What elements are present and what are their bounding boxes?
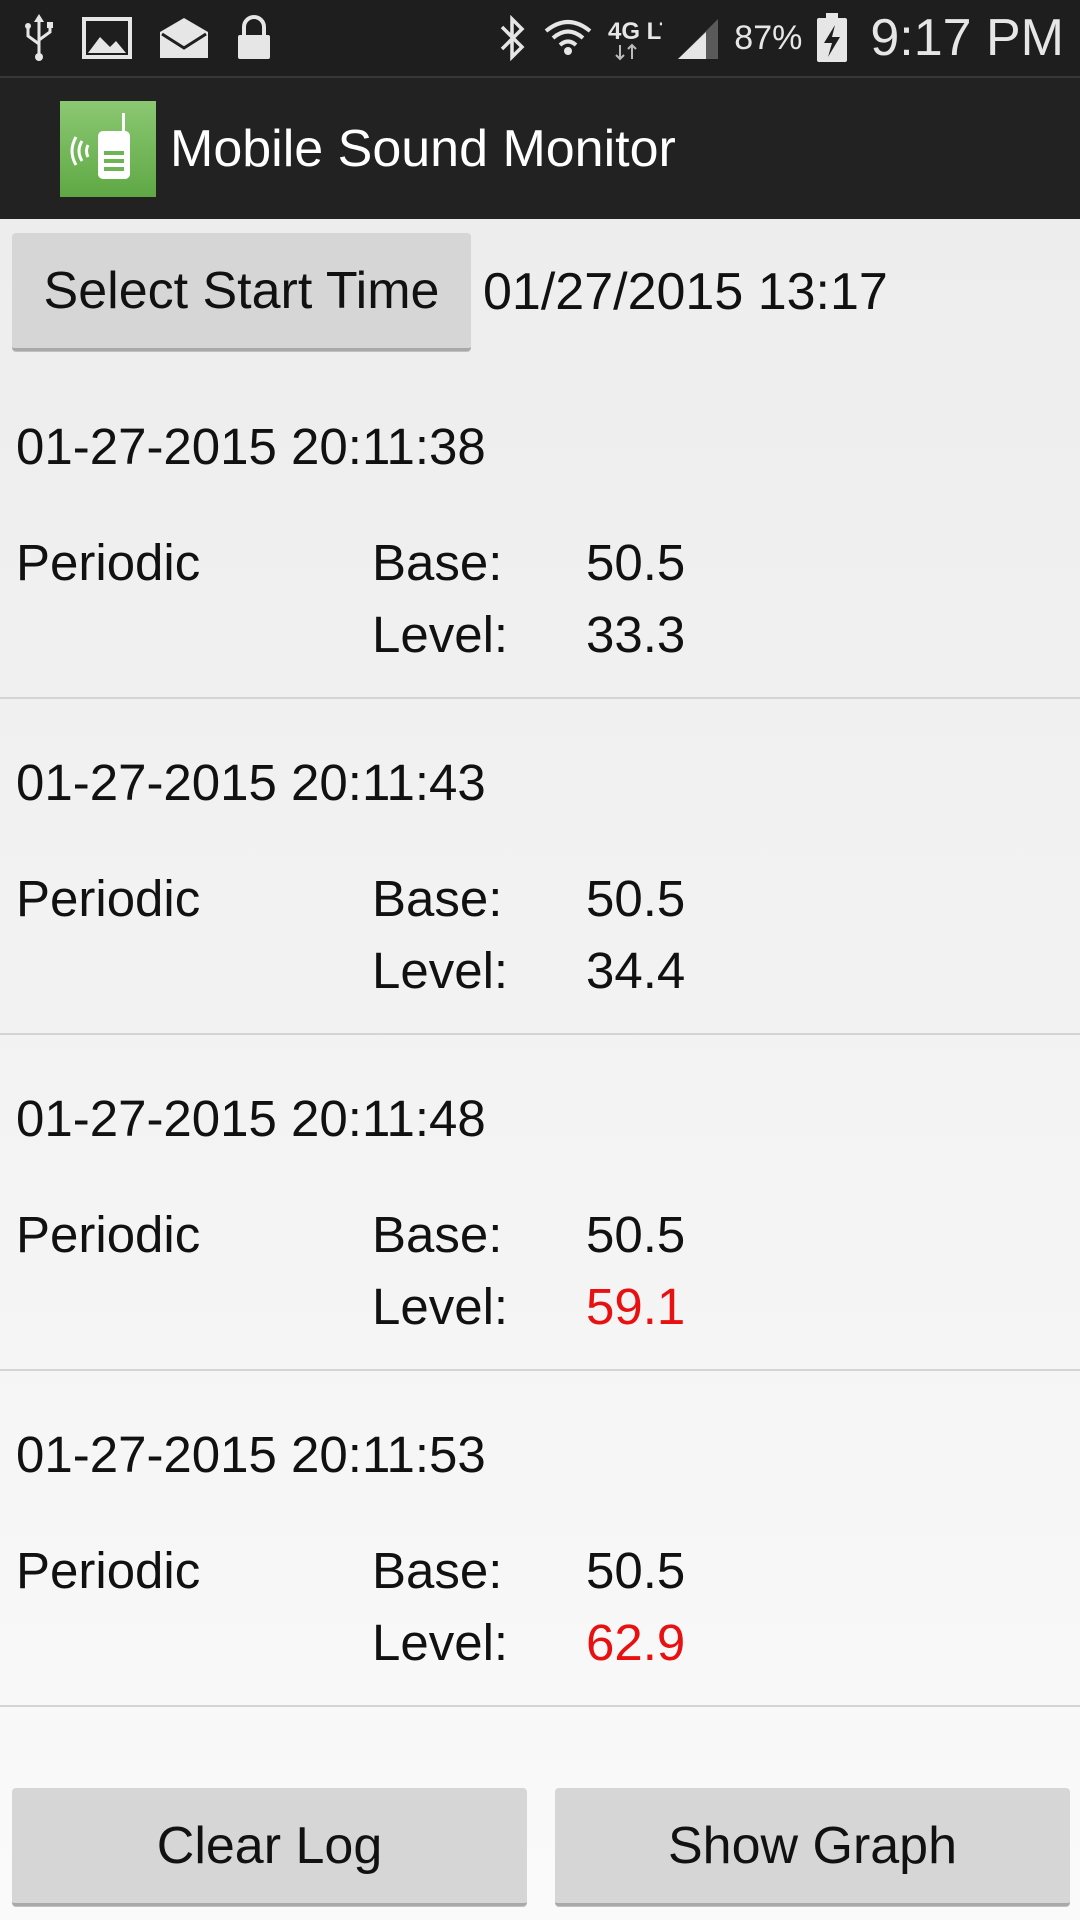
- status-time: 9:17 PM: [870, 9, 1064, 67]
- bluetooth-icon: [498, 15, 528, 61]
- level-label: Level:: [372, 1278, 509, 1335]
- level-label: Level:: [372, 1614, 509, 1671]
- usb-icon: [22, 14, 56, 62]
- level-value: 34.4: [586, 942, 686, 999]
- image-icon: [82, 17, 132, 59]
- entry-type: Periodic: [16, 534, 201, 591]
- mail-icon: [158, 16, 210, 60]
- entry-timestamp: 01-27-2015 20:11:43: [16, 754, 486, 811]
- start-time-row: Select Start Time 01/27/2015 13:17: [12, 233, 1072, 351]
- log-entry[interactable]: 01-27-2015 20:11:43 Periodic Base: 50.5 …: [0, 699, 1080, 1035]
- base-label: Base:: [372, 534, 503, 591]
- select-start-time-button[interactable]: Select Start Time: [12, 233, 471, 351]
- start-time-value: 01/27/2015 13:17: [483, 263, 888, 321]
- log-entry[interactable]: 01-27-2015 20:11:48 Periodic Base: 50.5 …: [0, 1035, 1080, 1371]
- status-system: 4G LTE 87% 9:17 PM: [498, 8, 1064, 68]
- log-entry[interactable]: 01-27-2015 20:11:53 Periodic Base: 50.5 …: [0, 1371, 1080, 1707]
- svg-text:4G LTE: 4G LTE: [608, 18, 662, 45]
- battery-charging-icon: [816, 13, 848, 63]
- base-label: Base:: [372, 870, 503, 927]
- level-value: 62.9: [586, 1614, 686, 1671]
- status-bar: 4G LTE 87% 9:17 PM: [0, 0, 1080, 76]
- entry-type: Periodic: [16, 1542, 201, 1599]
- entry-type: Periodic: [16, 870, 201, 927]
- bottom-button-bar: Clear Log Show Graph: [12, 1788, 1070, 1906]
- show-graph-button[interactable]: Show Graph: [555, 1788, 1070, 1906]
- base-value: 50.5: [586, 1542, 686, 1599]
- sound-monitor-app-icon: [60, 100, 156, 197]
- clear-log-button[interactable]: Clear Log: [12, 1788, 527, 1906]
- base-value: 50.5: [586, 870, 686, 927]
- log-list[interactable]: 01-27-2015 20:11:38 Periodic Base: 50.5 …: [0, 363, 1080, 1707]
- main-content: Select Start Time 01/27/2015 13:17 01-27…: [0, 219, 1080, 1920]
- status-notifications: [22, 14, 272, 62]
- level-label: Level:: [372, 606, 509, 663]
- entry-type: Periodic: [16, 1206, 201, 1263]
- wifi-icon: [542, 15, 594, 61]
- lock-icon: [236, 15, 272, 61]
- level-label: Level:: [372, 942, 509, 999]
- base-label: Base:: [372, 1206, 503, 1263]
- level-value: 33.3: [586, 606, 686, 663]
- level-value: 59.1: [586, 1278, 686, 1335]
- base-value: 50.5: [586, 1206, 686, 1263]
- signal-icon: [676, 15, 720, 61]
- entry-timestamp: 01-27-2015 20:11:38: [16, 418, 486, 475]
- entry-timestamp: 01-27-2015 20:11:53: [16, 1426, 486, 1483]
- log-entry[interactable]: 01-27-2015 20:11:38 Periodic Base: 50.5 …: [0, 363, 1080, 699]
- base-label: Base:: [372, 1542, 503, 1599]
- battery-percent: 87%: [734, 18, 803, 57]
- base-value: 50.5: [586, 534, 686, 591]
- entry-timestamp: 01-27-2015 20:11:48: [16, 1090, 486, 1147]
- app-title: Mobile Sound Monitor: [170, 119, 676, 178]
- action-bar: Mobile Sound Monitor: [0, 76, 1080, 219]
- network-type-icon: 4G LTE: [608, 15, 662, 61]
